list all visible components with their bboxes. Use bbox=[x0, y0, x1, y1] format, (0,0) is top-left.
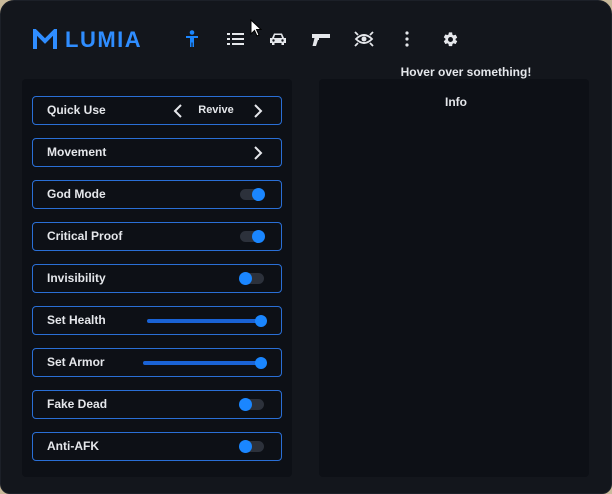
nav-settings-button[interactable] bbox=[437, 26, 463, 52]
critical-proof-toggle[interactable] bbox=[240, 230, 265, 243]
chevron-left-icon[interactable] bbox=[171, 103, 185, 119]
list-icon bbox=[226, 33, 244, 45]
set-armor-row: Set Armor bbox=[32, 348, 282, 377]
set-health-slider-thumb[interactable] bbox=[255, 315, 267, 327]
more-icon bbox=[405, 31, 409, 47]
top-nav bbox=[179, 26, 480, 52]
eye-icon bbox=[354, 31, 374, 47]
god-mode-toggle[interactable] bbox=[240, 188, 265, 201]
nav-player-button[interactable] bbox=[179, 26, 205, 52]
chevron-right-icon[interactable] bbox=[251, 103, 265, 119]
god-mode-label: God Mode bbox=[47, 187, 106, 201]
brand-logo: LUMIA bbox=[33, 27, 142, 53]
brand-name: LUMIA bbox=[65, 27, 143, 52]
critical-proof-label: Critical Proof bbox=[47, 229, 123, 243]
set-armor-label: Set Armor bbox=[47, 355, 105, 369]
info-title: Info bbox=[445, 95, 467, 109]
nav-vision-button[interactable] bbox=[351, 26, 377, 52]
toggle-knob bbox=[239, 398, 252, 411]
critical-proof-row[interactable]: Critical Proof bbox=[32, 222, 282, 251]
set-health-slider-track[interactable] bbox=[147, 319, 261, 323]
app-window: LUMIA Hover over something! Quick Use Re… bbox=[0, 0, 612, 494]
quick-use-label: Quick Use bbox=[47, 103, 106, 117]
car-icon bbox=[270, 33, 286, 45]
anti-afk-toggle[interactable] bbox=[239, 440, 264, 453]
invisibility-label: Invisibility bbox=[47, 271, 106, 285]
gear-icon bbox=[443, 31, 457, 46]
set-armor-slider-thumb[interactable] bbox=[255, 357, 267, 369]
fake-dead-toggle[interactable] bbox=[239, 398, 264, 411]
quick-use-value: Revive bbox=[198, 104, 234, 116]
movement-label: Movement bbox=[47, 145, 107, 159]
player-icon bbox=[186, 30, 198, 47]
lumia-logo-icon bbox=[33, 29, 57, 49]
invisibility-toggle[interactable] bbox=[239, 272, 264, 285]
toggle-knob bbox=[239, 272, 252, 285]
anti-afk-label: Anti-AFK bbox=[47, 439, 99, 453]
info-panel: Info bbox=[319, 79, 589, 477]
chevron-right-icon bbox=[254, 146, 263, 160]
gun-icon bbox=[312, 33, 330, 46]
nav-weapon-button[interactable] bbox=[308, 26, 334, 52]
nav-vehicle-button[interactable] bbox=[265, 26, 291, 52]
set-health-row: Set Health bbox=[32, 306, 282, 335]
set-armor-slider-track[interactable] bbox=[143, 361, 261, 365]
set-health-label: Set Health bbox=[47, 313, 106, 327]
fake-dead-row[interactable]: Fake Dead bbox=[32, 390, 282, 419]
invisibility-row[interactable]: Invisibility bbox=[32, 264, 282, 293]
hover-hint: Hover over something! bbox=[400, 65, 532, 79]
god-mode-row[interactable]: God Mode bbox=[32, 180, 282, 209]
mouse-cursor-icon bbox=[250, 19, 262, 37]
movement-menu-button[interactable]: Movement bbox=[32, 138, 282, 167]
quick-use-selector[interactable]: Quick Use Revive bbox=[32, 96, 282, 125]
fake-dead-label: Fake Dead bbox=[47, 397, 108, 411]
options-panel: Quick Use Revive Movement God Mode Criti… bbox=[22, 79, 292, 477]
toggle-knob bbox=[252, 230, 265, 243]
nav-list-button[interactable] bbox=[222, 26, 248, 52]
toggle-knob bbox=[252, 188, 265, 201]
toggle-knob bbox=[239, 440, 252, 453]
nav-more-button[interactable] bbox=[394, 26, 420, 52]
anti-afk-row[interactable]: Anti-AFK bbox=[32, 432, 282, 461]
